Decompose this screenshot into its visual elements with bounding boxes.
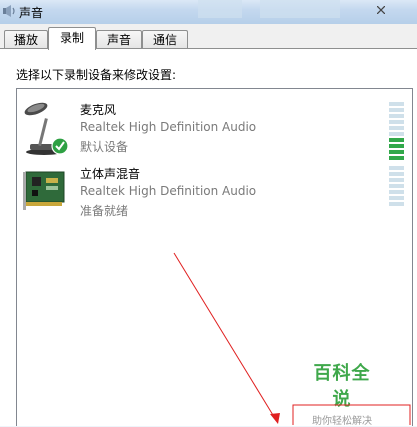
watermark-title: 百科全说 [313,363,371,410]
tab-recording[interactable]: 录制 [48,27,96,50]
device-name: 麦克风 [80,103,117,117]
device-driver: Realtek High Definition Audio [80,184,257,198]
device-item-stereo-mix[interactable]: 立体声混音 Realtek High Definition Audio 准备就绪 [17,162,409,224]
device-driver: Realtek High Definition Audio [80,120,257,134]
instruction-label: 选择以下录制设备来修改设置: [16,68,177,82]
window-title: 声音 [19,6,44,20]
tab-playback[interactable]: 播放 [4,30,48,49]
level-meter [389,166,404,208]
title-bar: 声音 [0,0,417,24]
watermark: 百科全说 助你轻松解决 [307,359,377,427]
sound-card-icon [23,171,65,210]
speaker-icon [3,5,15,17]
tab-communications[interactable]: 通信 [142,30,188,49]
tab-sounds[interactable]: 声音 [96,30,142,49]
device-name: 立体声混音 [80,167,141,181]
device-item-microphone[interactable]: 麦克风 Realtek High Definition Audio 默认设备 [17,98,409,160]
blurred-region [260,0,340,18]
close-icon[interactable] [377,6,385,14]
microphone-icon [24,102,68,155]
level-meter [389,102,404,162]
device-status: 默认设备 [80,140,129,154]
blurred-region [198,0,242,18]
device-status: 准备就绪 [80,204,129,218]
